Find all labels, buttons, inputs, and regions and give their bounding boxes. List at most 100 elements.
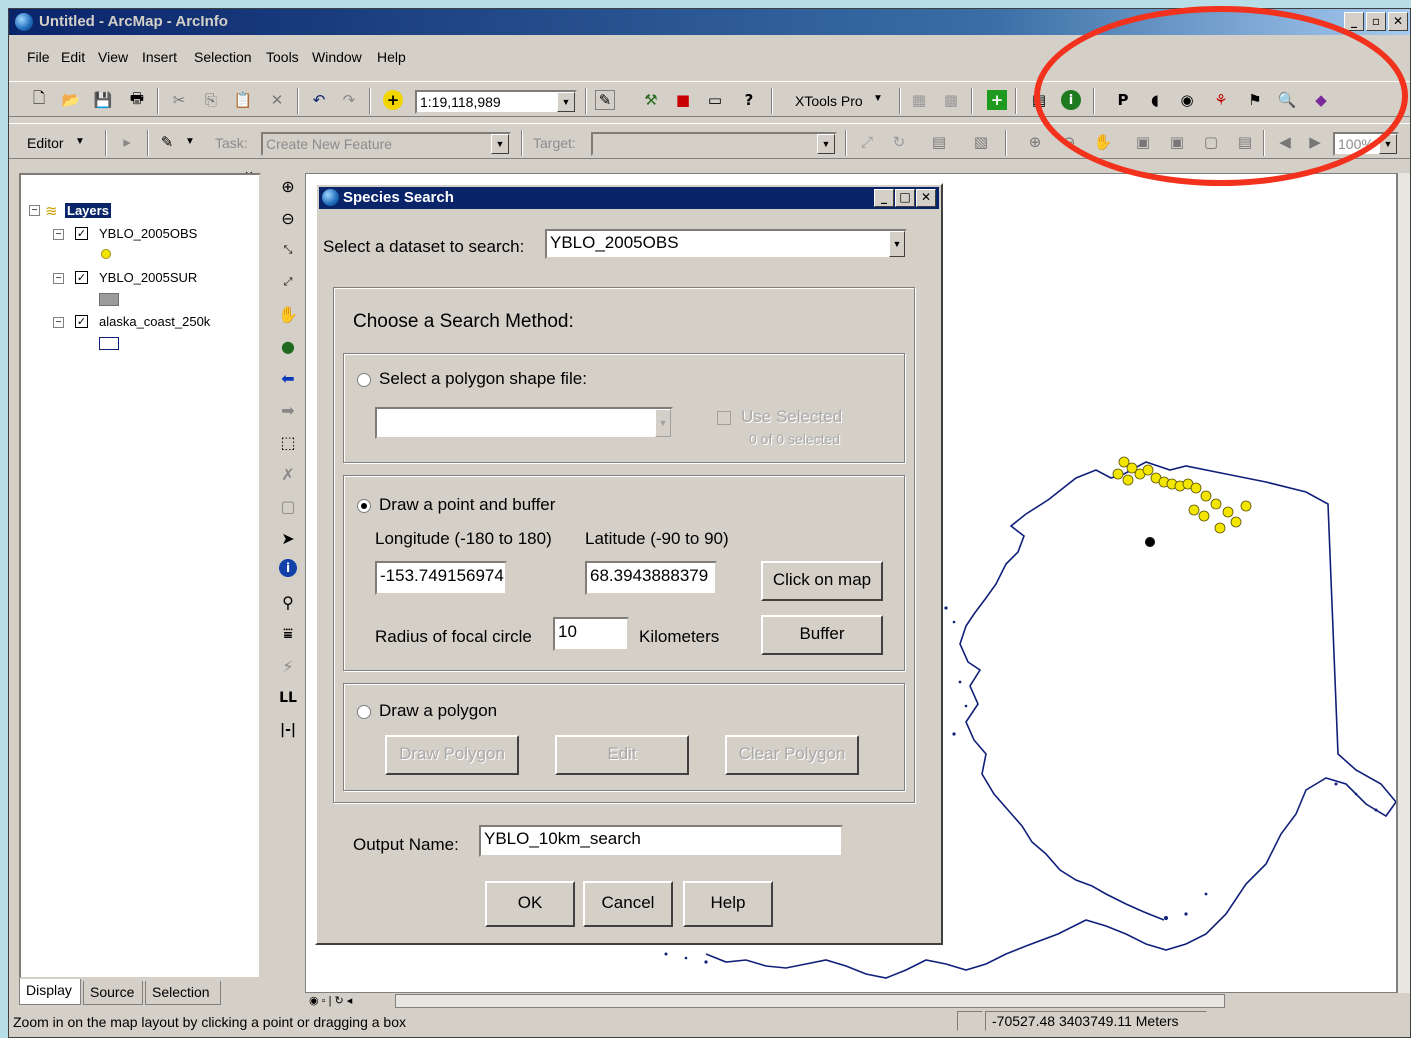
draw-polygon-radio[interactable] [357,705,371,719]
collapse-icon[interactable]: − [29,205,40,216]
buffer-button[interactable]: Buffer [761,615,883,655]
menu-window[interactable]: Window [312,49,362,65]
zoom-out-icon[interactable]: ⊖ [277,207,299,229]
chevron-down-icon[interactable]: ▼ [75,136,85,147]
menu-view[interactable]: View [98,49,128,65]
close-button[interactable]: ✕ [1388,12,1408,31]
toc-layer-obs[interactable]: YBLO_2005OBS [99,226,197,241]
menu-tools[interactable]: Tools [266,49,299,65]
dialog-title-bar[interactable]: Species Search _ □ ✕ [319,187,939,209]
ok-button[interactable]: OK [485,881,575,927]
editor-menu[interactable]: Editor [27,135,64,151]
open-folder-icon[interactable]: 📂 [61,90,81,110]
split-tool-icon[interactable]: ⤢ [857,132,877,152]
layer-checkbox[interactable]: ✓ [75,271,88,284]
plus-green-icon[interactable]: + [987,90,1007,110]
menu-file[interactable]: File [27,49,50,65]
cancel-button[interactable]: Cancel [583,881,673,927]
toc-root-layers[interactable]: Layers [65,203,111,218]
command-line-icon[interactable]: ▭ [705,90,725,110]
menu-help[interactable]: Help [377,49,406,65]
scroll-track[interactable] [395,994,1225,1008]
tab-selection[interactable]: Selection [145,981,221,1005]
edit-button[interactable]: Edit [555,735,689,775]
radius-input[interactable]: 10 [553,617,629,651]
output-name-input[interactable]: YBLO_10km_search [479,825,843,857]
layout-zoom-in-icon[interactable]: ⊕ [1025,132,1045,152]
forward-arrow-icon[interactable]: ➡ [277,399,299,421]
hi-tool-icon[interactable]: |-| [277,719,299,741]
sketch-properties-icon[interactable]: ▧ [971,132,991,152]
toc-layer-sur[interactable]: YBLO_2005SUR [99,270,197,285]
measure-icon[interactable]: ⩸ [277,623,299,645]
menu-edit[interactable]: Edit [61,49,85,65]
edit-arrow-icon[interactable]: ▸ [117,132,137,152]
dataset-select[interactable]: YBLO_2005OBS ▼ [545,229,907,259]
horizontal-scrollbar[interactable]: ◉ ▫ | ↻ ◂ [305,993,1397,1009]
target-combo[interactable]: ▼ [591,132,837,156]
dialog-minimize-button[interactable]: _ [874,189,894,207]
dialog-close-button[interactable]: ✕ [916,189,936,207]
print-icon[interactable]: 🖶 [127,89,147,110]
chevron-down-icon[interactable]: ▼ [185,136,195,147]
restore-button[interactable]: ▫ [1366,12,1386,31]
menu-selection[interactable]: Selection [194,49,252,65]
menu-insert[interactable]: Insert [142,49,177,65]
find-binoculars-icon[interactable]: ⚲ [277,591,299,613]
layout-icon[interactable]: ▩ [941,90,961,110]
layer-checkbox[interactable]: ✓ [75,227,88,240]
identify-icon[interactable]: i [279,559,297,577]
add-data-icon[interactable]: + [383,90,403,110]
new-document-icon[interactable]: 🗋 [29,89,49,110]
tab-display[interactable]: Display [19,979,81,1005]
chevron-down-icon[interactable]: ▼ [491,134,509,154]
polygon-file-select[interactable]: ▼ [375,407,673,439]
fixed-zoom-in-icon[interactable]: ⤡ [277,239,299,261]
chevron-down-icon[interactable]: ▼ [817,134,835,154]
rotate-tool-icon[interactable]: ↻ [889,132,909,152]
click-on-map-button[interactable]: Click on map [761,561,883,601]
vertical-scrollbar[interactable] [1397,173,1410,993]
select-elements-icon[interactable]: ➤ [277,527,299,549]
clear-selection-icon[interactable]: ✗ [277,463,299,485]
collapse-icon[interactable]: − [53,317,64,328]
chevron-down-icon[interactable]: ▼ [655,409,671,437]
layer-checkbox[interactable]: ✓ [75,315,88,328]
hyperlink-icon[interactable]: ⚡ [277,655,299,677]
copy-icon[interactable]: ⎘ [201,90,221,110]
collapse-icon[interactable]: − [53,229,64,240]
chevron-down-icon[interactable]: ▼ [889,231,905,257]
view-toggle-icons[interactable]: ◉ ▫ | ↻ ◂ [309,994,352,1007]
paste-icon[interactable]: 📋 [233,90,253,110]
zoom-in-icon[interactable]: ⊕ [277,175,299,197]
longitude-input[interactable]: -153.749156974 [375,561,507,595]
undo-icon[interactable]: ↶ [309,90,329,110]
delete-icon[interactable]: ✕ [267,90,287,110]
minimize-button[interactable]: _ [1344,12,1364,31]
back-arrow-icon[interactable]: ⬅ [277,367,299,389]
editor-toolbar-icon[interactable]: ✎ [595,90,615,110]
arctoolbox-icon[interactable]: ⚒ [641,90,661,110]
cut-icon[interactable]: ✂ [169,90,189,110]
chevron-down-icon[interactable]: ▼ [557,92,575,112]
draw-polygon-button[interactable]: Draw Polygon [385,735,519,775]
task-combo[interactable]: Create New Feature ▼ [261,132,511,156]
graphics-icon[interactable]: ▢ [277,495,299,517]
ll-tool-icon[interactable]: LL [277,687,299,709]
collapse-icon[interactable]: − [53,273,64,284]
toc-layer-coast[interactable]: alaska_coast_250k [99,314,210,329]
full-extent-globe-icon[interactable]: ● [277,335,299,357]
pan-icon[interactable]: ✋ [277,303,299,325]
map-scale-combo[interactable]: 1:19,118,989 ▼ [415,90,577,114]
tab-source[interactable]: Source [83,981,143,1005]
whats-this-help-icon[interactable]: ? [739,90,759,110]
point-buffer-radio[interactable] [357,499,371,513]
sketch-pencil-icon[interactable]: ✎ [157,132,177,152]
fixed-zoom-out-icon[interactable]: ⤢ [277,271,299,293]
dialog-maximize-button[interactable]: □ [895,189,915,207]
select-features-icon[interactable]: ⬚ [277,431,299,453]
latitude-input[interactable]: 68.3943888379 [585,561,717,595]
toolbox-icon[interactable]: ■ [673,90,693,110]
xtools-pro-menu[interactable]: XTools Pro [795,93,863,109]
chevron-down-icon[interactable]: ▼ [873,93,883,104]
